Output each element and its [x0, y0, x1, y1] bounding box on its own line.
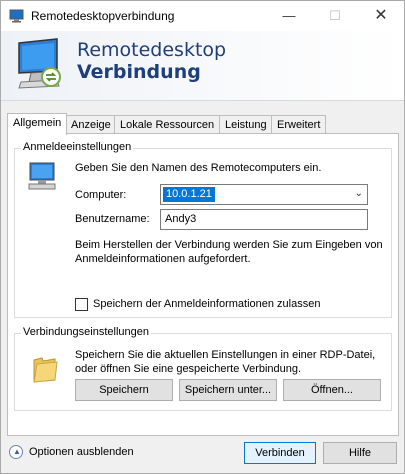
- login-settings-group: Anmeldeeinstellungen Geben Sie den Namen…: [14, 141, 392, 318]
- connect-button[interactable]: Verbinden: [244, 442, 316, 464]
- help-button[interactable]: Hilfe: [323, 442, 397, 464]
- tab-erweitert[interactable]: Erweitert: [271, 115, 327, 134]
- save-credentials-checkbox[interactable]: [75, 298, 88, 311]
- folder-icon: [33, 357, 58, 383]
- username-field[interactable]: Andy3: [160, 209, 368, 230]
- remote-desktop-monitor-icon: [18, 38, 61, 89]
- computer-icon: [28, 162, 56, 190]
- minimize-button[interactable]: —: [266, 1, 312, 31]
- title-bar[interactable]: Remotedesktopverbindung — ☐ ✕: [1, 1, 404, 31]
- hide-options-toggle[interactable]: ▲: [9, 445, 23, 459]
- login-info-text: Beim Herstellen der Verbindung werden Si…: [75, 239, 383, 265]
- tab-anzeige[interactable]: Anzeige: [65, 115, 117, 134]
- computer-combobox[interactable]: 10.0.1.21 ⌄: [160, 184, 368, 205]
- window-title: Remotedesktopverbindung: [31, 9, 175, 23]
- hide-options-label[interactable]: Optionen ausblenden: [29, 446, 134, 458]
- chevron-up-icon: ▲: [13, 447, 21, 456]
- open-button[interactable]: Öffnen...: [283, 379, 381, 401]
- login-description: Geben Sie den Namen des Remotecomputers …: [75, 162, 322, 174]
- maximize-button[interactable]: ☐: [312, 1, 358, 31]
- banner-title-line1: Remotedesktop: [77, 39, 227, 61]
- save-button[interactable]: Speichern: [75, 379, 173, 401]
- save-as-button[interactable]: Speichern unter...: [179, 379, 277, 401]
- header-banner: Remotedesktop Verbindung: [1, 31, 404, 101]
- username-label: Benutzername:: [75, 213, 150, 225]
- connection-settings-legend: Verbindungseinstellungen: [21, 326, 151, 338]
- connection-settings-group: Verbindungseinstellungen Speichern Sie d…: [14, 326, 392, 411]
- tab-panel-allgemein: Anmeldeeinstellungen Geben Sie den Namen…: [7, 133, 399, 436]
- banner-title-line2: Verbindung: [77, 61, 201, 83]
- connection-description: Speichern Sie die aktuellen Einstellunge…: [75, 349, 376, 375]
- tab-lokale-ressourcen[interactable]: Lokale Ressourcen: [114, 115, 221, 134]
- computer-label: Computer:: [75, 189, 127, 201]
- chevron-down-icon[interactable]: ⌄: [355, 188, 363, 199]
- rdp-window: Remotedesktopverbindung — ☐ ✕ Remotedesk…: [0, 0, 405, 474]
- close-button[interactable]: ✕: [358, 1, 404, 31]
- tab-allgemein[interactable]: Allgemein: [7, 113, 68, 135]
- remote-desktop-icon: [9, 9, 24, 23]
- login-settings-legend: Anmeldeeinstellungen: [21, 141, 134, 153]
- save-credentials-label[interactable]: Speichern der Anmeldeinformationen zulas…: [93, 298, 320, 310]
- computer-value: 10.0.1.21: [163, 187, 215, 202]
- tab-leistung[interactable]: Leistung: [219, 115, 273, 134]
